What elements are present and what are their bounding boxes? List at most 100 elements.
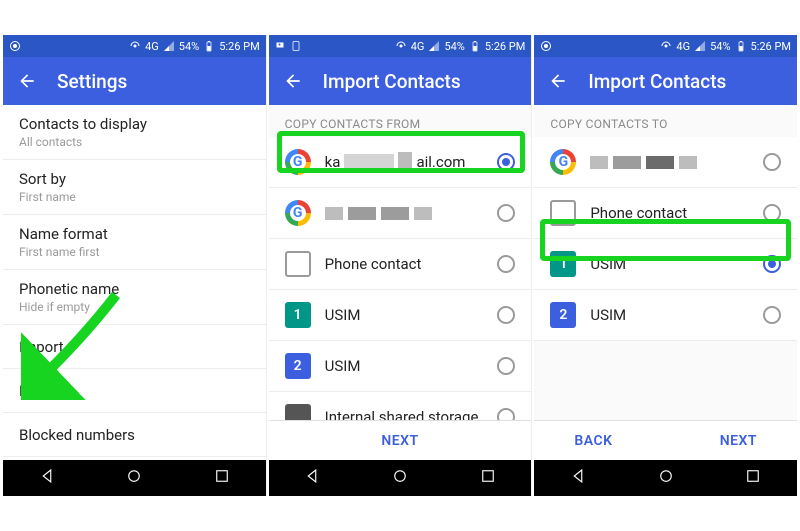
app-bar: Import Contacts [534,57,797,105]
battery-label: 54% [179,40,199,53]
back-icon[interactable] [17,71,37,91]
nav-home-icon[interactable] [125,467,143,489]
notif-icon [275,40,287,52]
source-usim-2[interactable]: 2 USIM [269,341,532,392]
screen-import-from: 4G 54% 5:26 PM Import Contacts COPY CONT… [269,35,533,496]
page-title: Settings [57,70,127,93]
item-name-format[interactable]: Name format First name first [3,215,266,270]
dest-usim-2[interactable]: 2 USIM [534,290,797,341]
app-bar: Import Contacts [269,57,532,105]
signal-icon [163,40,175,52]
section-label: COPY CONTACTS TO [534,105,797,137]
back-button[interactable]: BACK [574,433,612,449]
section-label: COPY CONTACTS FROM [269,105,532,137]
nav-recents-icon[interactable] [479,467,497,489]
clock-label: 5:26 PM [751,40,791,53]
dest-phone[interactable]: Phone contact [534,188,797,239]
page-title: Import Contacts [323,70,461,93]
google-icon [285,200,311,226]
phone-icon [285,251,311,277]
clock-label: 5:26 PM [219,40,259,53]
dest-list: COPY CONTACTS TO Phone contact 1 USIM 2 … [534,105,797,420]
app-bar: Settings [3,57,266,105]
radio[interactable] [497,357,515,375]
sim1-icon: 1 [550,251,576,277]
screen-settings: 4G 54% 5:26 PM Settings Contacts to disp… [3,35,267,496]
android-nav [534,460,797,496]
source-storage[interactable]: Internal shared storage [269,392,532,420]
battery-icon [469,40,481,52]
nav-recents-icon[interactable] [213,467,231,489]
redacted [344,154,394,170]
signal-icon [428,40,440,52]
radio[interactable] [497,306,515,324]
item-import[interactable]: Import [3,325,266,369]
radio[interactable] [497,255,515,273]
signal-icon [694,40,706,52]
item-phonetic-name[interactable]: Phonetic name Hide if empty [3,270,266,325]
item-about[interactable]: About Contacts [3,457,266,460]
app-icon [9,40,21,52]
back-icon[interactable] [548,71,568,91]
nav-recents-icon[interactable] [744,467,762,489]
network-label: 4G [145,40,159,53]
battery-label: 54% [710,40,730,53]
dest-usim-1[interactable]: 1 USIM [534,239,797,290]
radio[interactable] [497,408,515,420]
back-icon[interactable] [283,71,303,91]
sim1-icon: 1 [285,302,311,328]
app-icon [540,40,552,52]
page-title: Import Contacts [588,70,726,93]
nav-home-icon[interactable] [391,467,409,489]
next-button[interactable]: NEXT [381,433,418,449]
status-bar: 4G 54% 5:26 PM [3,35,266,57]
item-sort-by[interactable]: Sort by First name [3,160,266,215]
next-button[interactable]: NEXT [720,433,757,449]
hotspot-icon [660,40,672,52]
network-label: 4G [676,40,690,53]
bottom-bar: NEXT [269,420,532,460]
settings-list: Contacts to display All contacts Sort by… [3,105,266,460]
source-phone[interactable]: Phone contact [269,239,532,290]
item-contacts-display[interactable]: Contacts to display All contacts [3,105,266,160]
nav-back-icon[interactable] [38,467,56,489]
nav-back-icon[interactable] [569,467,587,489]
sim2-icon: 2 [285,353,311,379]
battery-icon [735,40,747,52]
status-bar: 4G 54% 5:26 PM [534,35,797,57]
item-export[interactable]: Export [3,369,266,413]
nav-home-icon[interactable] [657,467,675,489]
screen-import-to: 4G 54% 5:26 PM Import Contacts COPY CONT… [534,35,797,496]
network-label: 4G [411,40,425,53]
source-list: COPY CONTACTS FROM ka ail.com Phone cont… [269,105,532,420]
hotspot-icon [129,40,141,52]
sim2-icon: 2 [550,302,576,328]
clock-label: 5:26 PM [485,40,525,53]
item-blocked[interactable]: Blocked numbers [3,413,266,457]
radio[interactable] [763,153,781,171]
hotspot-icon [395,40,407,52]
radio[interactable] [763,204,781,222]
battery-icon [203,40,215,52]
source-google-2[interactable] [269,188,532,239]
radio[interactable] [497,204,515,222]
notif-icon-2 [290,40,302,52]
android-nav [3,460,266,496]
redacted [398,152,412,172]
source-google-1[interactable]: ka ail.com [269,137,532,188]
radio[interactable] [763,255,781,273]
google-icon [285,149,311,175]
battery-label: 54% [444,40,464,53]
bottom-bar: BACK NEXT [534,420,797,460]
android-nav [269,460,532,496]
source-usim-1[interactable]: 1 USIM [269,290,532,341]
status-bar: 4G 54% 5:26 PM [269,35,532,57]
dest-google[interactable] [534,137,797,188]
phone-icon [550,200,576,226]
google-icon [550,149,576,175]
storage-icon [285,404,311,420]
redacted-email [590,156,749,169]
radio[interactable] [497,153,515,171]
radio[interactable] [763,306,781,324]
nav-back-icon[interactable] [303,467,321,489]
